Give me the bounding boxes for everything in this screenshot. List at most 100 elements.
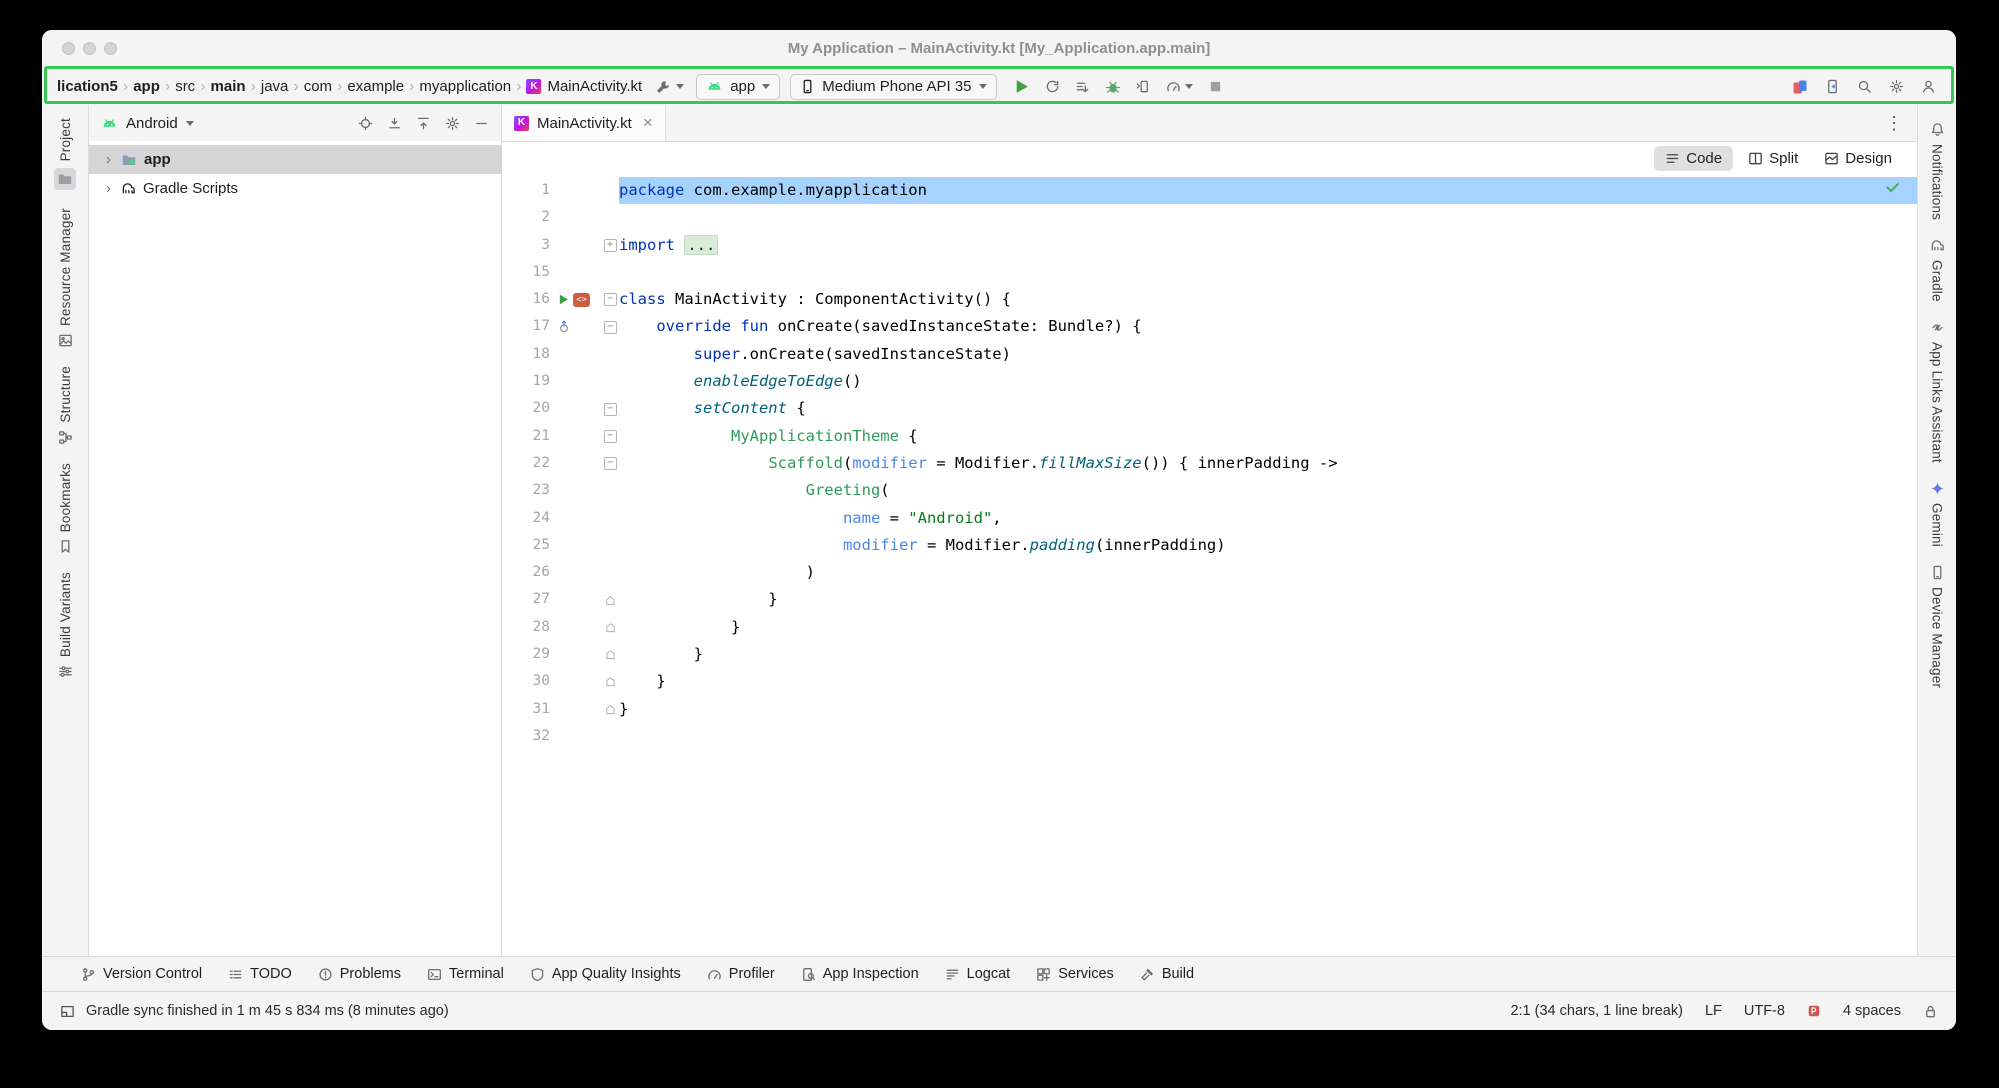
code-line[interactable]: 28 }: [502, 614, 1917, 641]
tool-window-button-build[interactable]: Build: [1127, 957, 1207, 991]
tool-stripe-button-gemini[interactable]: Gemini: [1930, 472, 1945, 556]
debug-button[interactable]: [1105, 79, 1121, 95]
zoom-window-button[interactable]: [104, 42, 117, 55]
code-line[interactable]: 31}: [502, 696, 1917, 723]
line-number[interactable]: 2: [502, 204, 550, 231]
line-number[interactable]: 26: [502, 559, 550, 586]
code-editor[interactable]: 1package com.example.myapplication23+imp…: [502, 175, 1917, 956]
run-button[interactable]: [1013, 78, 1030, 95]
tool-stripe-button-notifications[interactable]: Notifications: [1930, 113, 1945, 229]
line-number[interactable]: 17: [502, 313, 550, 340]
settings-button[interactable]: [1889, 79, 1904, 94]
line-number[interactable]: 1: [502, 177, 550, 204]
file-encoding[interactable]: UTF-8: [1744, 1003, 1785, 1019]
tool-stripe-button-gradle[interactable]: Gradle: [1930, 229, 1945, 311]
code-line[interactable]: 27 }: [502, 586, 1917, 613]
overriding-method-icon[interactable]: [557, 320, 571, 334]
tool-stripe-button-device-manager[interactable]: Device Manager: [1930, 556, 1945, 697]
breadcrumb-item[interactable]: src: [174, 78, 196, 95]
mode-button-split[interactable]: Split: [1737, 146, 1809, 171]
fold-collapse-icon[interactable]: −: [604, 403, 617, 416]
line-number[interactable]: 15: [502, 259, 550, 286]
apply-code-changes-button[interactable]: [1075, 79, 1090, 94]
breadcrumb-item[interactable]: example: [346, 78, 405, 95]
folded-region[interactable]: ...: [684, 235, 718, 255]
line-number[interactable]: 30: [502, 668, 550, 695]
code-line[interactable]: 19 enableEdgeToEdge(): [502, 368, 1917, 395]
tool-stripe-button-build-variants[interactable]: Build Variants: [58, 563, 73, 688]
code-line[interactable]: 22− Scaffold(modifier = Modifier.fillMax…: [502, 450, 1917, 477]
editor-tab[interactable]: K MainActivity.kt ×: [502, 105, 666, 141]
locate-file-icon[interactable]: [358, 116, 373, 131]
tool-stripe-button-project[interactable]: Project: [54, 109, 76, 199]
code-line[interactable]: 25 modifier = Modifier.padding(innerPadd…: [502, 532, 1917, 559]
code-line[interactable]: 1package com.example.myapplication: [502, 177, 1917, 204]
breadcrumb-item[interactable]: main: [210, 78, 247, 95]
mode-button-code[interactable]: Code: [1654, 146, 1733, 171]
code-line[interactable]: 32: [502, 723, 1917, 750]
chevron-right-icon[interactable]: ›: [103, 180, 114, 197]
code-line[interactable]: 18 super.onCreate(savedInstanceState): [502, 341, 1917, 368]
tool-window-button-terminal[interactable]: Terminal: [414, 957, 517, 991]
titlebar[interactable]: My Application – MainActivity.kt [My_App…: [42, 30, 1956, 68]
collapse-all-icon[interactable]: [416, 116, 431, 131]
run-line-icon[interactable]: [557, 293, 570, 306]
tool-window-button-version-control[interactable]: Version Control: [68, 957, 215, 991]
mode-button-design[interactable]: Design: [1813, 146, 1903, 171]
editor-options-icon[interactable]: ⋮: [1871, 105, 1917, 141]
code-line[interactable]: 24 name = "Android",: [502, 505, 1917, 532]
status-widget-icon[interactable]: [1807, 1004, 1821, 1018]
code-line[interactable]: 15: [502, 259, 1917, 286]
close-window-button[interactable]: [62, 42, 75, 55]
breadcrumb-item[interactable]: myapplication: [418, 78, 512, 95]
hide-panel-icon[interactable]: [474, 116, 489, 131]
breadcrumb-item[interactable]: lication5: [56, 78, 119, 95]
fold-end-icon[interactable]: [605, 595, 616, 606]
search-everywhere-button[interactable]: [1857, 79, 1872, 94]
line-number[interactable]: 24: [502, 505, 550, 532]
line-number[interactable]: 20: [502, 395, 550, 422]
profile-button[interactable]: [1921, 79, 1936, 94]
tool-window-toggle-icon[interactable]: [60, 1004, 75, 1019]
panel-settings-icon[interactable]: [445, 116, 460, 131]
breadcrumb-item[interactable]: java: [260, 78, 290, 95]
line-number[interactable]: 22: [502, 450, 550, 477]
running-devices-button[interactable]: [1825, 79, 1840, 94]
code-line[interactable]: 30 }: [502, 668, 1917, 695]
tool-window-button-problems[interactable]: Problems: [305, 957, 414, 991]
chevron-right-icon[interactable]: ›: [103, 151, 114, 168]
tool-stripe-button-structure[interactable]: Structure: [58, 357, 73, 454]
code-line[interactable]: 3+import ...: [502, 232, 1917, 259]
tool-stripe-button-app-links-assistant[interactable]: App Links Assistant: [1930, 311, 1945, 472]
indent-size[interactable]: 4 spaces: [1843, 1003, 1901, 1019]
line-number[interactable]: 23: [502, 477, 550, 504]
lock-icon[interactable]: [1923, 1004, 1938, 1019]
tool-window-button-logcat[interactable]: Logcat: [932, 957, 1024, 991]
tool-window-button-services[interactable]: Services: [1023, 957, 1127, 991]
build-tool-button[interactable]: [653, 79, 686, 95]
fold-collapse-icon[interactable]: −: [604, 321, 617, 334]
attach-debugger-button[interactable]: [1136, 79, 1151, 94]
inspection-status-icon[interactable]: [1885, 179, 1901, 195]
line-number[interactable]: 21: [502, 423, 550, 450]
breadcrumb-item[interactable]: com: [303, 78, 333, 95]
code-line[interactable]: 2: [502, 204, 1917, 231]
fold-expand-icon[interactable]: +: [604, 239, 617, 252]
tool-window-button-app-inspection[interactable]: App Inspection: [788, 957, 932, 991]
code-line[interactable]: 20− setContent {: [502, 395, 1917, 422]
fold-end-icon[interactable]: [605, 676, 616, 687]
fold-end-icon[interactable]: [605, 622, 616, 633]
tool-stripe-button-bookmarks[interactable]: Bookmarks: [58, 454, 73, 563]
line-number[interactable]: 16: [502, 286, 550, 313]
code-line[interactable]: 26 ): [502, 559, 1917, 586]
fold-collapse-icon[interactable]: −: [604, 430, 617, 443]
line-number[interactable]: 19: [502, 368, 550, 395]
fold-collapse-icon[interactable]: −: [604, 457, 617, 470]
breadcrumb-item[interactable]: app: [132, 78, 161, 95]
profiler-button[interactable]: [1166, 79, 1193, 94]
device-streaming-button[interactable]: [1792, 79, 1808, 95]
device-selector[interactable]: Medium Phone API 35: [790, 74, 996, 100]
tree-item-app[interactable]: ›app: [89, 145, 501, 174]
code-line[interactable]: 29 }: [502, 641, 1917, 668]
fold-end-icon[interactable]: [605, 704, 616, 715]
